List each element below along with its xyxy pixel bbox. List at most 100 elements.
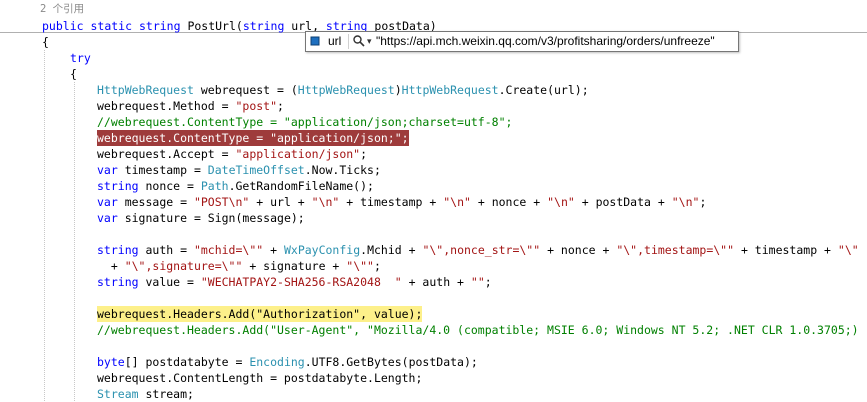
code-token: "WECHATPAY2-SHA256-RSA2048 "	[200, 275, 402, 289]
indent-guide-method	[44, 50, 45, 401]
code-line[interactable]: var timestamp = DateTimeOffset.Now.Ticks…	[97, 162, 381, 178]
code-line[interactable]: string nonce = Path.GetRandomFileName();	[97, 178, 374, 194]
code-token: value =	[138, 275, 201, 289]
breakpoint-highlighted-code: webrequest.ContentType = "application/js…	[97, 130, 409, 146]
code-token: +	[263, 243, 284, 257]
code-token: .UTF8.GetBytes(postData);	[304, 355, 478, 369]
code-line[interactable]: Stream stream;	[97, 386, 194, 402]
code-token: "\""	[346, 259, 374, 273]
code-token: string	[97, 275, 139, 289]
code-token: signature = Sign(message);	[117, 211, 305, 225]
code-line[interactable]: HttpWebRequest webrequest = (HttpWebRequ…	[97, 82, 589, 98]
code-token: public	[42, 19, 84, 33]
code-line[interactable]: + "\",signature=\"" + signature + "\"";	[97, 258, 381, 274]
code-token: {	[42, 35, 49, 49]
code-token: + timestamp +	[339, 195, 444, 209]
code-token: "\",signature=\""	[124, 259, 243, 273]
code-line[interactable]: try	[70, 50, 91, 66]
reference-count-codelens[interactable]: 2 个引用	[40, 2, 84, 16]
code-line[interactable]: string auth = "mchid=\"" + WxPayConfig.M…	[97, 242, 859, 258]
code-token: + signature +	[242, 259, 347, 273]
code-token: + auth +	[401, 275, 471, 289]
code-token: .GetRandomFileName();	[228, 179, 374, 193]
code-token: stream;	[138, 387, 194, 401]
code-token: nonce =	[138, 179, 201, 193]
code-token: "\",timestamp=\""	[616, 243, 735, 257]
code-token: try	[70, 51, 91, 65]
code-token: "\n"	[547, 195, 575, 209]
code-line[interactable]: webrequest.Method = "post";	[97, 98, 284, 114]
magnifier-icon[interactable]	[352, 34, 366, 48]
code-token: HttpWebRequest	[297, 83, 395, 97]
code-line[interactable]: //webrequest.Headers.Add("User-Agent", "…	[97, 322, 859, 338]
code-token: var	[97, 195, 118, 209]
code-token: string	[97, 243, 139, 257]
code-token: + postData +	[574, 195, 672, 209]
datatip-separator	[348, 34, 349, 49]
code-token: HttpWebRequest	[97, 83, 194, 97]
code-token: "\n"	[671, 195, 700, 209]
code-token: {	[70, 67, 77, 81]
code-token: + url +	[249, 195, 312, 209]
code-token: + timestamp +	[734, 243, 838, 257]
code-token: "\n"	[443, 195, 471, 209]
code-token: auth =	[138, 243, 194, 257]
code-token: "\n"	[311, 195, 340, 209]
code-token: .Create(url);	[498, 83, 589, 97]
code-token: [] postdatabyte =	[124, 355, 250, 369]
code-line[interactable]: string value = "WECHATPAY2-SHA256-RSA204…	[97, 274, 492, 290]
code-token: +	[97, 259, 125, 273]
code-token: timestamp =	[117, 163, 208, 177]
code-token: ;	[373, 259, 381, 273]
code-token: + nonce +	[540, 243, 617, 257]
code-token: .Now.Ticks;	[304, 163, 381, 177]
code-line[interactable]: {	[70, 66, 77, 82]
highlighted-code: webrequest.Headers.Add("Authorization", …	[97, 306, 423, 322]
code-token: Encoding	[249, 355, 305, 369]
code-line[interactable]: //webrequest.ContentType = "application/…	[97, 114, 512, 130]
datatip-value[interactable]: "https://api.mch.weixin.qq.com/v3/profit…	[376, 34, 715, 49]
code-editor[interactable]: { "editor": { "reference_count": "2 个引用"…	[0, 0, 867, 401]
code-token: "application/json"	[235, 147, 361, 161]
code-token: webrequest.Accept =	[97, 147, 236, 161]
datatip-variable-name: url	[328, 34, 342, 48]
code-token: "\"	[837, 243, 859, 257]
code-token: webrequest.ContentLength = postdatabyte.…	[97, 371, 423, 385]
chevron-down-icon[interactable]: ▾	[367, 33, 372, 50]
code-token: ;	[277, 99, 284, 113]
code-token: static	[90, 19, 133, 33]
code-token: .Mchid +	[360, 243, 423, 257]
code-token: string	[138, 19, 181, 33]
code-token: ;	[484, 275, 492, 289]
code-token: //webrequest.ContentType = "application/…	[97, 115, 513, 129]
code-token: string	[242, 19, 285, 33]
code-token: ""	[470, 275, 485, 289]
code-token: webrequest = (	[193, 83, 298, 97]
code-token: byte	[97, 355, 125, 369]
code-token: var	[97, 163, 118, 177]
code-line[interactable]: webrequest.Headers.Add("Authorization", …	[97, 306, 423, 322]
code-line[interactable]: var signature = Sign(message);	[97, 210, 305, 226]
code-token: string	[97, 179, 139, 193]
code-token: HttpWebRequest	[401, 83, 499, 97]
code-token: Path	[200, 179, 229, 193]
code-token: )	[394, 83, 402, 97]
code-token: + nonce +	[470, 195, 548, 209]
code-token: DateTimeOffset	[207, 163, 305, 177]
code-token: Stream	[97, 387, 139, 401]
code-token: PostUrl(	[180, 19, 243, 33]
code-token: webrequest.Method =	[97, 99, 236, 113]
code-line[interactable]: {	[42, 34, 49, 50]
code-token: var	[97, 211, 118, 225]
datatip-popup[interactable]: url ▾ "https://api.mch.weixin.qq.com/v3/…	[305, 31, 739, 52]
code-line[interactable]: webrequest.ContentType = "application/js…	[97, 130, 409, 146]
local-variable-icon	[310, 36, 320, 46]
code-line[interactable]: webrequest.ContentLength = postdatabyte.…	[97, 370, 422, 386]
code-token: "mchid=\""	[193, 243, 264, 257]
code-line[interactable]: webrequest.Accept = "application/json";	[97, 146, 367, 162]
code-token: message =	[117, 195, 194, 209]
code-line[interactable]: byte[] postdatabyte = Encoding.UTF8.GetB…	[97, 354, 478, 370]
code-line[interactable]: var message = "POST\n" + url + "\n" + ti…	[97, 194, 706, 210]
code-token: ;	[699, 195, 707, 209]
